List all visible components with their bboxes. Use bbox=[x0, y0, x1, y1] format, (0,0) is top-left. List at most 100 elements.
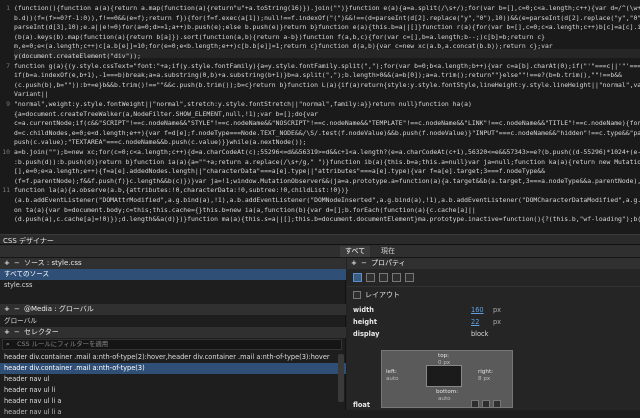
left-column: + − ソース : style.css すべてのソース style.css + … bbox=[0, 258, 346, 416]
height-unit[interactable]: px bbox=[493, 318, 501, 326]
code-line: (d.push(a),c.cache[a]=!0)});d.length&&a(… bbox=[0, 215, 640, 224]
selector-filter-placeholder: CSS ルールにフィルターを適用 bbox=[17, 340, 109, 348]
sources-title: ソース : style.css bbox=[24, 259, 82, 267]
media-header: + − @Media : グローバル bbox=[0, 304, 346, 315]
height-label: height bbox=[353, 318, 377, 326]
other-category-icon[interactable] bbox=[405, 273, 414, 282]
float-none-icon[interactable] bbox=[493, 400, 501, 408]
line-number: 10 bbox=[2, 148, 10, 156]
code-text: if(b=a.indexOf(e,b+1),-1===b)break;a=a.s… bbox=[14, 71, 622, 80]
width-unit[interactable]: px bbox=[493, 306, 501, 314]
code-text: push(c.value);"TEXTAREA"===c.nodeName&&b… bbox=[14, 138, 307, 147]
code-text: (a.b.addEventListener("DOMAttrModified",… bbox=[14, 196, 640, 204]
box-model-content bbox=[426, 365, 462, 387]
selector-item[interactable]: header nav ul li bbox=[0, 385, 346, 396]
layout-category-icon[interactable] bbox=[353, 273, 362, 282]
code-line: d=c.childNodes,e=0;e<d.length;e++){var f… bbox=[0, 129, 640, 138]
code-line: if(b=a.indexOf(e,b+1),-1===b)break;a=a.s… bbox=[0, 71, 640, 80]
code-line: y(document.createElement("div")); bbox=[0, 52, 640, 61]
code-text: (c.push(b),b="")):b+=e}b&&b.trim()!==""&… bbox=[14, 80, 640, 89]
code-line: {a=document.createTreeWalker(a,NodeFilte… bbox=[0, 110, 640, 119]
selector-item[interactable]: header div.container .mail a:nth-of-type… bbox=[0, 363, 346, 374]
code-text: [],e=0;e<a.length;e++){f=a[e].addedNodes… bbox=[14, 167, 545, 176]
code-line: 10 a=b.join("");b=new xc;for(c=0;c<a.leng… bbox=[0, 148, 640, 157]
margin-right-label: right: bbox=[478, 369, 494, 375]
selector-filter-input[interactable]: ⌕ CSS ルールにフィルターを適用 bbox=[2, 339, 342, 350]
code-line: 1 (function(){function a(a){return a.map(… bbox=[0, 4, 640, 13]
source-item-style-css[interactable]: style.css bbox=[0, 280, 346, 291]
code-text: on ta(a){var b=document.body;c=this;this… bbox=[14, 205, 476, 214]
selector-item[interactable]: header nav ul li a bbox=[0, 407, 346, 418]
code-text: (b(a).keys(b).map(function(a){return b[a… bbox=[14, 32, 545, 41]
code-line: on ta(a){var b=document.body;c=this;this… bbox=[0, 206, 640, 215]
code-line: [],e=0;e<a.length;e++){f=a[e].addedNodes… bbox=[0, 167, 640, 176]
panel-tabs: すべて 現在 bbox=[0, 245, 640, 258]
remove-selector-icon[interactable]: − bbox=[14, 327, 20, 338]
add-media-icon[interactable]: + bbox=[4, 304, 10, 315]
panel-title-bar: CSS デザイナー bbox=[0, 234, 640, 245]
code-text: b.d))(f=(f>=0?f-1:0)),f!==0&&(e=f);retur… bbox=[14, 13, 640, 22]
margin-left-label: left: bbox=[386, 369, 397, 375]
remove-source-icon[interactable]: − bbox=[14, 258, 20, 269]
code-text: d=c.childNodes,e=0;e<d.length;e++){var f… bbox=[14, 128, 640, 137]
selector-item[interactable]: header nav ul bbox=[0, 374, 346, 385]
code-editor[interactable]: 1 (function(){function a(a){return a.map(… bbox=[0, 0, 640, 234]
add-source-icon[interactable]: + bbox=[4, 258, 10, 269]
code-text: function g(a){(y.style.cssText="font:"+a… bbox=[14, 61, 640, 70]
add-property-icon[interactable]: + bbox=[351, 258, 357, 269]
media-item-global[interactable]: グローバル bbox=[0, 316, 346, 327]
display-value[interactable]: block bbox=[471, 330, 489, 338]
margin-right-value[interactable]: 8 px bbox=[478, 376, 490, 382]
code-text: function la(a){a.observe(a.b,{attributes… bbox=[14, 186, 349, 195]
divider bbox=[347, 286, 640, 287]
code-text: m,e=0;e<(a.length;c++)c[a.b[e]]=10;for(e… bbox=[14, 42, 553, 51]
display-label: display bbox=[353, 330, 380, 338]
remove-media-icon[interactable]: − bbox=[14, 304, 20, 315]
code-text: "normal",weight:y.style.fontWeight||"nor… bbox=[14, 100, 472, 108]
border-category-icon[interactable] bbox=[379, 273, 388, 282]
code-text: parseInt(d[3],10);e.a||e!=0)for(a=0;d>=1… bbox=[14, 23, 640, 32]
remove-property-icon[interactable]: − bbox=[361, 258, 367, 269]
margin-top-label: top: bbox=[438, 353, 450, 359]
code-line: 11 function la(a){a.observe(a.b,{attribut… bbox=[0, 186, 640, 195]
width-value[interactable]: 160 bbox=[471, 306, 484, 314]
search-icon: ⌕ bbox=[6, 340, 10, 348]
code-line: (f=f.parentNode);f&&f.push(f)}c.length&&… bbox=[0, 177, 640, 186]
media-title: @Media : グローバル bbox=[24, 305, 94, 313]
code-text: a=b.join("");b=new xc;for(c=0;c<a.length… bbox=[14, 148, 640, 156]
source-item-all[interactable]: すべてのソース bbox=[0, 269, 346, 280]
text-category-icon[interactable] bbox=[366, 273, 375, 282]
code-line: (b(a).keys(b).map(function(a){return b[a… bbox=[0, 33, 640, 42]
code-text: y(document.createElement("div")); bbox=[14, 52, 141, 60]
float-left-icon[interactable] bbox=[471, 400, 479, 408]
width-label: width bbox=[353, 306, 374, 314]
selector-item[interactable]: header div.container .mail a:nth-of-type… bbox=[0, 352, 346, 363]
selectors-title: セレクター bbox=[24, 328, 59, 336]
height-value[interactable]: 22 bbox=[471, 318, 479, 326]
code-text: (function(){function a(a){return a.map(f… bbox=[14, 4, 640, 12]
selectors-scrollbar[interactable] bbox=[338, 354, 344, 402]
code-line: m,e=0;e<(a.length;c++)c[a.b[e]]=10;for(e… bbox=[0, 42, 640, 51]
tab-all[interactable]: すべて bbox=[340, 246, 371, 257]
margin-bottom-label: bottom: bbox=[436, 389, 459, 395]
add-selector-icon[interactable]: + bbox=[4, 327, 10, 338]
line-number: 11 bbox=[2, 186, 10, 195]
float-label: float bbox=[353, 401, 371, 409]
margin-bottom-value[interactable]: auto bbox=[438, 396, 451, 402]
tab-current[interactable]: 現在 bbox=[376, 246, 400, 257]
code-text: (d.push(a),c.cache[a]=!0)});d.length&&a(… bbox=[14, 215, 640, 224]
float-right-icon[interactable] bbox=[482, 400, 490, 408]
code-text: :b.push(d)):b.push(d)}return b}function … bbox=[14, 157, 640, 166]
code-line: 9 "normal",weight:y.style.fontWeight||"no… bbox=[0, 100, 640, 109]
properties-title: プロパティ bbox=[371, 259, 406, 267]
code-text: (f=f.parentNode);f&&f.push(f)}c.length&&… bbox=[14, 176, 640, 185]
layout-section-label: レイアウト bbox=[365, 291, 400, 299]
code-line: 7 function g(a){(y.style.cssText="font:"+… bbox=[0, 62, 640, 71]
background-category-icon[interactable] bbox=[392, 273, 401, 282]
margin-left-value[interactable]: auto bbox=[386, 376, 399, 382]
code-text: Variant|| bbox=[14, 90, 49, 99]
code-line: :b.push(d)):b.push(d)}return b}function … bbox=[0, 158, 640, 167]
selector-item[interactable]: header nav ul li a bbox=[0, 396, 346, 407]
selectors-header: + − セレクター bbox=[0, 327, 346, 338]
code-line: parseInt(d[3],10);e.a||e!=0)for(a=0;d>=1… bbox=[0, 23, 640, 32]
